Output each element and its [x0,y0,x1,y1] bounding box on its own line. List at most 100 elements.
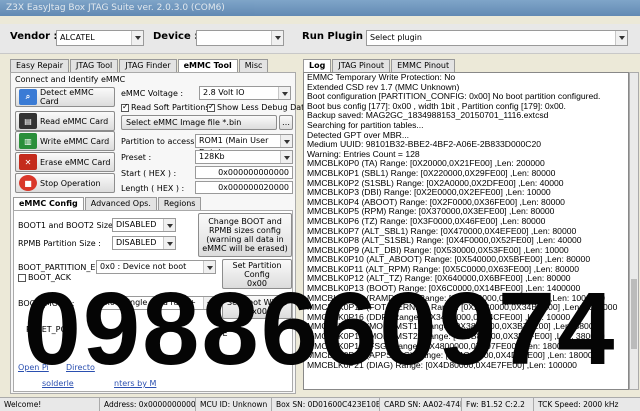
log-scrollbar[interactable] [629,72,639,390]
window-title: Z3X EasyJtag Box JTAG Suite ver. 2.0.3.0… [0,0,640,16]
status-card-sn: CARD SN: AA02-474E [380,398,462,411]
chip-write-icon: ▥ [19,133,37,149]
set-boot-width-value: 0x00 [246,307,267,316]
toolbar: Vendor : ALCATEL Device : Run Plugin : S… [0,24,640,54]
status-bar: Welcome! Address: 0x000000000000 MCU ID:… [0,397,640,411]
tab-misc[interactable]: Misc [238,59,269,72]
preset-value: 128Kb [199,152,225,161]
boot-ack-checkbox[interactable]: BOOT_ACK [18,273,71,282]
boot-mode-select[interactable]: 0x0 : Single data rate + compatibl [96,296,216,310]
status-address: Address: 0x000000000000 [100,398,196,411]
plugin-select[interactable]: Select plugin [366,30,628,46]
checkbox-checked-icon [207,102,215,112]
chevron-down-icon [203,297,215,309]
voltage-label: eMMC Voltage : [121,89,184,98]
scrollbar-thumb[interactable] [631,279,637,349]
log-line: MMCBLK0P21 (DIAG) Range: [0X4D80000,0X4E… [307,359,577,370]
tab-jtag-tool[interactable]: JTAG Tool [70,59,119,72]
plugin-value: Select plugin [370,33,422,42]
show-less-debug-checkbox[interactable]: Show Less Debug Data [207,102,310,112]
boot-mode-value: 0x0 : Single data rate + compatibl [100,298,196,307]
plugin-label: Run Plugin : [302,31,371,42]
config-tabs: eMMC Config Advanced Ops. Regions [13,197,202,210]
chevron-down-icon [271,31,283,45]
solderless-link[interactable]: solderle [42,379,74,388]
write-emmc-button[interactable]: ▥ Write eMMC Card [15,131,115,151]
tab-regions[interactable]: Regions [157,197,202,210]
partition-label: Partition to access : [121,137,200,146]
detect-emmc-button[interactable]: ⌕ Detect eMMC Card [15,87,115,107]
chip-read-icon: ▤ [19,113,37,129]
tab-emmc-pinout[interactable]: EMMC Pinout [391,59,456,72]
stop-icon: ■ [19,175,37,191]
read-emmc-button[interactable]: ▤ Read eMMC Card [15,111,115,131]
directory-link[interactable]: Directo [66,363,95,372]
read-soft-partitions-checkbox[interactable]: Read Soft Partitions [121,102,210,112]
length-label: Length ( HEX ) : [121,184,185,193]
tab-emmc-tool[interactable]: eMMC Tool [177,59,238,72]
partition-select[interactable]: ROM1 (Main User Data) [195,134,293,157]
boot1-select[interactable]: DISABLED [112,218,176,232]
vendor-label: Vendor : [10,31,58,42]
tab-log[interactable]: Log [303,59,332,72]
ide-label: IDE [214,329,228,338]
tab-easy-repair[interactable]: Easy Repair [10,59,70,72]
stop-operation-button[interactable]: ■ Stop Operation [15,173,115,193]
reset-label: RESET_POT [26,325,72,334]
boot-partition-label: BOOT_PARTITION_EN: [18,263,105,272]
preset-select[interactable]: 128Kb [195,150,293,164]
device-label: Device : [153,31,199,42]
log-output[interactable]: EMMC Temporary Write Protection: No Exten… [303,72,629,390]
set-boot-width-label: Set Boot Width [227,298,287,307]
boot-mode-label: BOOT_MODE : [18,299,75,308]
erase-x-icon: ✕ [19,154,37,170]
tab-jtag-pinout[interactable]: JTAG Pinout [332,59,391,72]
status-mcu: MCU ID: Unknown [196,398,272,411]
chevron-down-icon [278,87,290,99]
read-emmc-label: Read eMMC Card [40,116,109,126]
adapters-link[interactable]: nters by M [114,379,156,388]
show-less-debug-label: Show Less Debug Data [217,103,310,112]
length-input[interactable]: 0x000000020000 [195,181,293,194]
device-select[interactable] [196,30,284,46]
preset-label: Preset : [121,153,152,162]
voltage-value: 2.8 Volt IO [203,88,245,97]
chevron-down-icon [615,31,627,45]
connect-section-label: Connect and Identify eMMC [15,75,126,84]
set-partition-config-label: Set Partition Config [232,260,282,279]
change-sizes-label: Change BOOT and RPMB sizes config (warni… [202,217,288,253]
search-icon: ⌕ [19,89,37,105]
boot1-value: DISABLED [116,220,157,229]
chevron-down-icon [280,135,292,147]
status-box-sn: Box SN: 0D01600C423E10EE [272,398,380,411]
chevron-down-icon [131,31,143,45]
left-tabs: Easy Repair JTAG Tool JTAG Finder eMMC T… [10,59,269,72]
config-panel: BOOT1 and BOOT2 Size : DISABLED RPMB Par… [13,210,293,392]
vendor-select[interactable]: ALCATEL [56,30,144,46]
open-pinout-link[interactable]: Open Pi [18,363,49,372]
detect-emmc-label: Detect eMMC Card [40,88,94,106]
status-tck: TCK Speed: 2000 kHz [538,400,619,409]
start-label: Start ( HEX ) : [121,169,177,178]
tab-jtag-finder[interactable]: JTAG Finder [119,59,177,72]
browse-button[interactable]: … [279,115,293,130]
read-soft-partitions-label: Read Soft Partitions [131,103,210,112]
rpmb-value: DISABLED [116,238,157,247]
vendor-value: ALCATEL [60,33,95,42]
erase-emmc-label: Erase eMMC Card [40,157,111,167]
change-sizes-button[interactable]: Change BOOT and RPMB sizes config (warni… [198,213,292,257]
set-partition-config-button[interactable]: Set Partition Config 0x00 [222,259,292,289]
set-boot-width-button[interactable]: Set Boot Width 0x00 [222,295,292,319]
select-image-label: Select eMMC Image file *.bin [126,118,242,127]
chevron-down-icon [163,219,175,231]
start-input[interactable]: 0x000000000000 [195,166,293,179]
tab-emmc-config[interactable]: eMMC Config [13,197,84,210]
select-image-button[interactable]: Select eMMC Image file *.bin [121,115,277,130]
chevron-down-icon [280,151,292,163]
tab-advanced-ops[interactable]: Advanced Ops. [84,197,157,210]
rpmb-select[interactable]: DISABLED [112,236,176,250]
boot-partition-select[interactable]: 0x0 : Device not boot enabled (de [96,260,216,274]
emmc-panel: Connect and Identify eMMC ⌕ Detect eMMC … [10,72,309,394]
voltage-select[interactable]: 2.8 Volt IO [199,86,291,100]
erase-emmc-button[interactable]: ✕ Erase eMMC Card [15,152,115,172]
